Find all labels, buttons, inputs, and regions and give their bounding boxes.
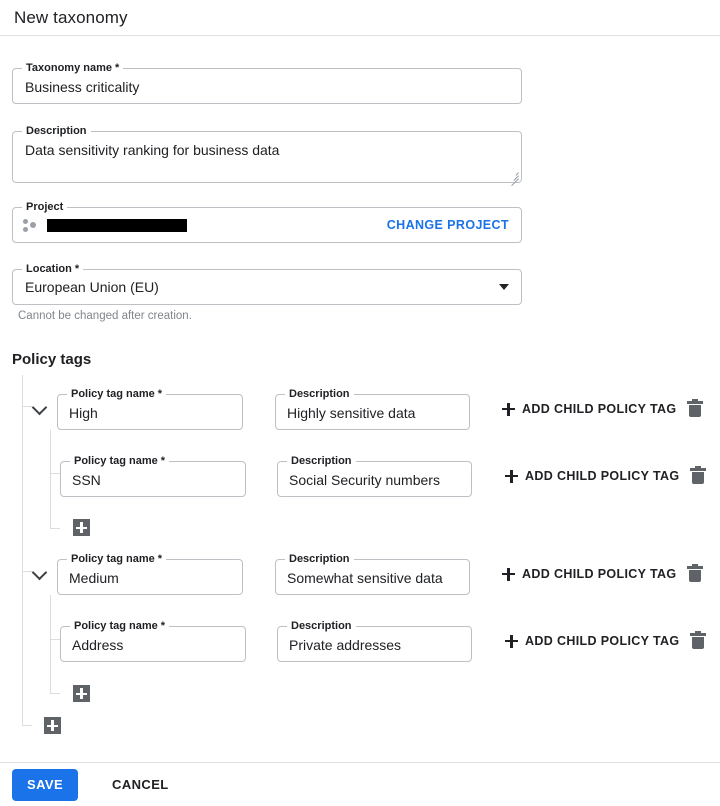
policy-tag-name-label: Policy tag name * bbox=[67, 553, 167, 566]
policy-tag-row: Policy tag name * SSN Description Social… bbox=[0, 442, 720, 509]
policy-tag-description-field[interactable]: Description Highly sensitive data bbox=[275, 388, 470, 430]
page-title: New taxonomy bbox=[14, 7, 128, 27]
policy-tag-description-field[interactable]: Description Somewhat sensitive data bbox=[275, 553, 470, 595]
policy-tag-description-field[interactable]: Description Private addresses bbox=[277, 620, 472, 662]
policy-tag-row: Policy tag name * High Description Highl… bbox=[0, 375, 720, 442]
policy-tag-name-label: Policy tag name * bbox=[70, 455, 170, 468]
add-policy-tag-button[interactable] bbox=[73, 685, 90, 702]
policy-tag-description-box[interactable]: Description Highly sensitive data bbox=[275, 388, 470, 430]
policy-tag-name-field[interactable]: Policy tag name * High bbox=[57, 388, 243, 430]
policy-tags-tree: Policy tag name * High Description Highl… bbox=[0, 375, 720, 734]
cancel-button[interactable]: CANCEL bbox=[102, 769, 179, 801]
taxonomy-name-input[interactable]: Business criticality bbox=[25, 78, 509, 96]
policy-tag-row: Policy tag name * Address Description Pr… bbox=[0, 607, 720, 674]
description-input[interactable]: Data sensitivity ranking for business da… bbox=[25, 141, 509, 159]
policy-tag-description-input[interactable]: Private addresses bbox=[289, 636, 460, 654]
policy-tag-name-input[interactable]: High bbox=[69, 404, 231, 422]
policy-tag-name-label: Policy tag name * bbox=[67, 388, 167, 401]
delete-policy-tag-trash-icon[interactable] bbox=[689, 466, 707, 485]
policy-tag-description-input[interactable]: Highly sensitive data bbox=[287, 404, 458, 422]
taxonomy-name-label: Taxonomy name * bbox=[22, 62, 124, 75]
add-child-policy-tag-button[interactable]: ADD CHILD POLICY TAG bbox=[505, 469, 679, 483]
policy-tag-description-box[interactable]: Description Social Security numbers bbox=[277, 455, 472, 497]
tree-connector bbox=[50, 528, 60, 529]
plus-icon bbox=[502, 567, 515, 581]
taxonomy-name-box[interactable]: Taxonomy name * Business criticality bbox=[12, 62, 522, 104]
plus-icon bbox=[502, 402, 515, 416]
delete-policy-tag-trash-icon[interactable] bbox=[686, 564, 704, 583]
location-select[interactable]: Location * European Union (EU) bbox=[12, 263, 522, 305]
add-root-policy-tag-button[interactable] bbox=[44, 717, 61, 734]
policy-tag-description-box[interactable]: Description Private addresses bbox=[277, 620, 472, 662]
save-button[interactable]: SAVE bbox=[12, 768, 79, 801]
location-value: European Union (EU) bbox=[25, 279, 159, 295]
project-box: Project CHANGE PROJECT bbox=[12, 201, 522, 243]
chevron-down-icon[interactable] bbox=[499, 284, 509, 290]
policy-tag-name-box[interactable]: Policy tag name * Address bbox=[60, 620, 246, 662]
add-policy-tag-button[interactable] bbox=[73, 519, 90, 536]
plus-icon bbox=[505, 634, 518, 648]
policy-tag-name-field[interactable]: Policy tag name * Medium bbox=[57, 553, 243, 595]
change-project-button[interactable]: CHANGE PROJECT bbox=[387, 218, 509, 232]
policy-tag-description-field[interactable]: Description Social Security numbers bbox=[277, 455, 472, 497]
taxonomy-name-field[interactable]: Taxonomy name * Business criticality bbox=[12, 62, 522, 104]
add-child-policy-tag-label: ADD CHILD POLICY TAG bbox=[525, 469, 680, 483]
add-child-policy-tag-label: ADD CHILD POLICY TAG bbox=[522, 567, 677, 581]
project-label: Project bbox=[22, 201, 68, 214]
delete-policy-tag-trash-icon[interactable] bbox=[689, 631, 707, 650]
policy-tag-name-field[interactable]: Policy tag name * Address bbox=[60, 620, 246, 662]
add-child-policy-tag-label: ADD CHILD POLICY TAG bbox=[522, 402, 677, 416]
page-header: New taxonomy bbox=[0, 0, 720, 36]
policy-tag-description-input[interactable]: Social Security numbers bbox=[289, 471, 460, 489]
policy-tag-name-field[interactable]: Policy tag name * SSN bbox=[60, 455, 246, 497]
policy-tag-name-box[interactable]: Policy tag name * Medium bbox=[57, 553, 243, 595]
delete-policy-tag-trash-icon[interactable] bbox=[686, 399, 704, 418]
policy-tags-title: Policy tags bbox=[12, 351, 92, 368]
project-name-redacted bbox=[47, 218, 187, 232]
tree-connector bbox=[50, 693, 60, 694]
footer-actions: SAVE CANCEL bbox=[0, 762, 720, 806]
policy-tag-row: Policy tag name * Medium Description Som… bbox=[0, 540, 720, 607]
policy-tag-name-box[interactable]: Policy tag name * SSN bbox=[60, 455, 246, 497]
policy-tag-description-label: Description bbox=[287, 455, 356, 468]
policy-tag-name-box[interactable]: Policy tag name * High bbox=[57, 388, 243, 430]
policy-tag-description-label: Description bbox=[285, 388, 354, 401]
policy-tag-name-input[interactable]: SSN bbox=[72, 471, 234, 489]
add-child-policy-tag-label: ADD CHILD POLICY TAG bbox=[525, 634, 680, 648]
resize-handle-icon[interactable] bbox=[508, 169, 519, 187]
expand-collapse-chevron-down-icon[interactable] bbox=[32, 564, 48, 580]
add-child-policy-tag-button[interactable]: ADD CHILD POLICY TAG bbox=[502, 567, 676, 581]
location-field[interactable]: Location * European Union (EU) bbox=[12, 263, 522, 305]
plus-icon bbox=[505, 469, 518, 483]
location-label: Location * bbox=[22, 263, 84, 276]
project-dots-icon bbox=[23, 217, 39, 233]
policy-tag-name-label: Policy tag name * bbox=[70, 620, 170, 633]
add-child-policy-tag-button[interactable]: ADD CHILD POLICY TAG bbox=[502, 402, 676, 416]
policy-tag-description-input[interactable]: Somewhat sensitive data bbox=[287, 569, 458, 587]
add-child-policy-tag-button[interactable]: ADD CHILD POLICY TAG bbox=[505, 634, 679, 648]
policy-tag-description-label: Description bbox=[285, 553, 354, 566]
description-label: Description bbox=[22, 125, 91, 138]
description-field[interactable]: Description Data sensitivity ranking for… bbox=[12, 125, 522, 187]
expand-collapse-chevron-down-icon[interactable] bbox=[32, 399, 48, 415]
location-hint: Cannot be changed after creation. bbox=[18, 310, 192, 322]
description-box[interactable]: Description Data sensitivity ranking for… bbox=[12, 125, 522, 187]
policy-tag-name-input[interactable]: Medium bbox=[69, 569, 231, 587]
tree-connector bbox=[22, 725, 32, 726]
policy-tag-description-box[interactable]: Description Somewhat sensitive data bbox=[275, 553, 470, 595]
policy-tag-name-input[interactable]: Address bbox=[72, 636, 234, 654]
policy-tag-description-label: Description bbox=[287, 620, 356, 633]
project-field: Project CHANGE PROJECT bbox=[12, 201, 522, 243]
